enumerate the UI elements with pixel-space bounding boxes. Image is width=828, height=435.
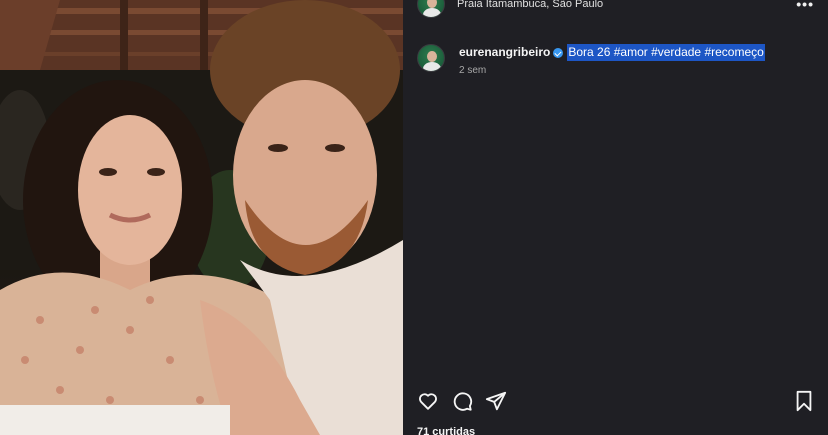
- caption-block: eurenangribeiro Bora 26 #amor #verdade #…: [459, 44, 765, 76]
- verified-badge-icon: [553, 47, 564, 58]
- more-options-icon[interactable]: •••: [796, 0, 814, 12]
- post-photo[interactable]: [0, 0, 403, 435]
- couple-photo-illustration: [0, 0, 403, 435]
- post-header: Praia Itamambuca, São Paulo: [417, 0, 603, 18]
- bookmark-icon[interactable]: [794, 390, 816, 412]
- author-username[interactable]: eurenangribeiro: [459, 44, 550, 61]
- heart-icon[interactable]: [417, 390, 439, 412]
- caption-author-avatar[interactable]: [417, 44, 445, 72]
- comment-icon[interactable]: [451, 390, 473, 412]
- caption-text-highlighted: Bora 26 #amor #verdade #recomeço: [567, 44, 765, 61]
- likes-count[interactable]: 71 curtidas: [417, 426, 475, 435]
- author-avatar[interactable]: [417, 0, 445, 18]
- caption-line: eurenangribeiro Bora 26 #amor #verdade #…: [459, 44, 765, 61]
- post-info-panel: Praia Itamambuca, São Paulo ••• eurenang…: [403, 0, 828, 435]
- caption-row: eurenangribeiro Bora 26 #amor #verdade #…: [417, 44, 765, 76]
- post-time-ago[interactable]: 2 sem: [459, 65, 765, 76]
- post-location[interactable]: Praia Itamambuca, São Paulo: [457, 0, 603, 11]
- action-bar: [417, 390, 814, 412]
- send-icon[interactable]: [485, 390, 507, 412]
